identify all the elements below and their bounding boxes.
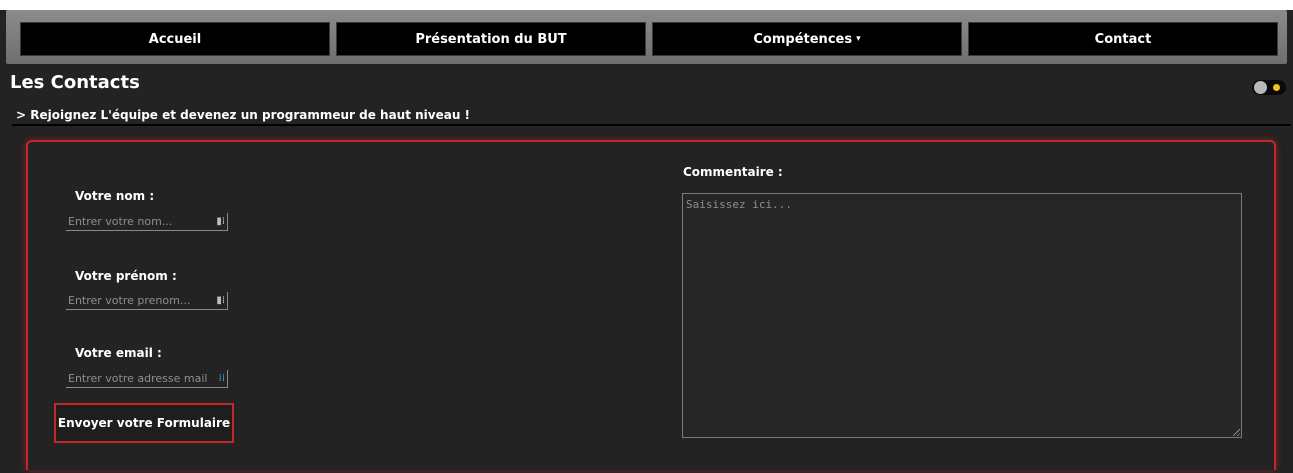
resize-grip-icon[interactable]	[1233, 429, 1240, 436]
nav-item-label: Accueil	[148, 31, 202, 47]
chevron-down-icon: ▾	[856, 34, 861, 44]
comment-label: Commentaire :	[683, 165, 783, 179]
page-subtitle: > Rejoignez L'équipe et devenez un progr…	[16, 108, 471, 122]
email-label: Votre email :	[75, 346, 162, 360]
page-title: Les Contacts	[10, 72, 140, 93]
password-manager-icon[interactable]: ⁞⁞	[219, 373, 225, 384]
nav-item-label: Compétences	[753, 31, 853, 47]
top-strip	[0, 0, 1293, 10]
comment-placeholder: Saisissez ici...	[686, 198, 792, 211]
moon-knob-icon	[1254, 81, 1267, 94]
nav-item-accueil[interactable]: Accueil	[20, 22, 330, 56]
password-manager-icon[interactable]: ▮⁞	[216, 295, 225, 306]
name-input[interactable]: Entrer votre nom... ▮⁞	[66, 213, 228, 231]
firstname-label: Votre prénom :	[75, 269, 177, 283]
firstname-placeholder: Entrer votre prenom...	[68, 294, 191, 307]
nav-item-contact[interactable]: Contact	[968, 22, 1278, 56]
nav-item-label: Contact	[1094, 31, 1152, 47]
firstname-input[interactable]: Entrer votre prenom... ▮⁞	[66, 292, 228, 310]
nav-item-competences[interactable]: Compétences ▾	[652, 22, 962, 56]
sun-icon	[1273, 84, 1280, 91]
comment-textarea[interactable]: Saisissez ici...	[682, 193, 1242, 438]
password-manager-icon[interactable]: ▮⁞	[216, 216, 225, 227]
submit-button[interactable]: Envoyer votre Formulaire	[54, 403, 234, 443]
divider	[12, 124, 1291, 126]
email-input[interactable]: Entrer votre adresse mail ⁞⁞	[66, 370, 228, 388]
theme-toggle[interactable]	[1252, 80, 1286, 95]
nav-item-label: Présentation du BUT	[415, 31, 567, 47]
nav-item-presentation[interactable]: Présentation du BUT	[336, 22, 646, 56]
name-label: Votre nom :	[75, 189, 155, 203]
nav-bar: Accueil Présentation du BUT Compétences …	[6, 10, 1287, 64]
email-placeholder: Entrer votre adresse mail	[68, 372, 208, 385]
page: Accueil Présentation du BUT Compétences …	[0, 0, 1293, 473]
name-placeholder: Entrer votre nom...	[68, 215, 173, 228]
